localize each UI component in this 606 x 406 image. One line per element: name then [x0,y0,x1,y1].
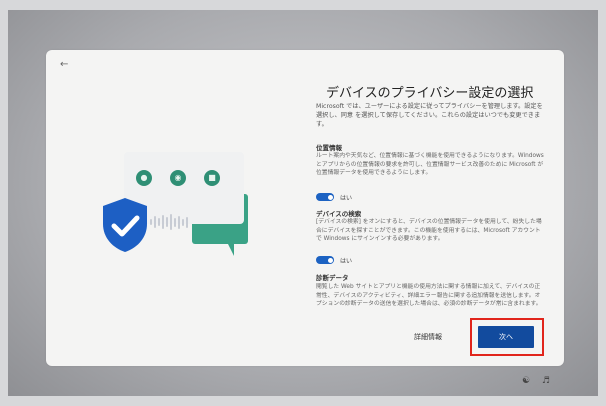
learn-more-button[interactable]: 詳細情報 [414,332,442,342]
location-description: ルート案内や天気など、位置情報に基づく機能を使用できるようになります。Windo… [316,153,544,177]
find-device-description: [デバイスの検索] をオンにすると、デバイスの位置情報データを使用して、紛失した… [316,219,542,243]
location-toggle[interactable] [316,193,334,201]
lock-icon: ■ [204,170,220,186]
volume-icon[interactable]: ♬ [542,376,550,386]
location-heading: 位置情報 [316,144,342,152]
page-title: デバイスのプライバシー設定の選択 [326,86,534,101]
location-pin-icon: ● [136,170,152,186]
fingerprint-icon: ◉ [170,170,186,186]
shield-check-icon [103,198,147,252]
back-arrow-icon[interactable]: ← [60,60,68,70]
diagnostic-description: 閲覧した Web サイトとアプリと機能の使用方法に関する情報に加えて、デバイスの… [316,284,542,308]
diagnostic-heading: 診断データ [316,274,349,282]
find-device-toggle-label: はい [340,258,353,265]
intro-text: Microsoft では、ユーザーによる設定に従ってプライバシーを管理します。設… [316,103,543,128]
find-device-heading: デバイスの検索 [316,210,362,218]
chat-bubble-tail [226,240,234,256]
sound-wave-illustration [150,214,194,230]
find-device-toggle[interactable] [316,256,334,264]
accessibility-icon[interactable]: ☯ [522,376,530,386]
next-button[interactable]: 次へ [478,326,534,348]
location-toggle-label: はい [340,195,353,202]
